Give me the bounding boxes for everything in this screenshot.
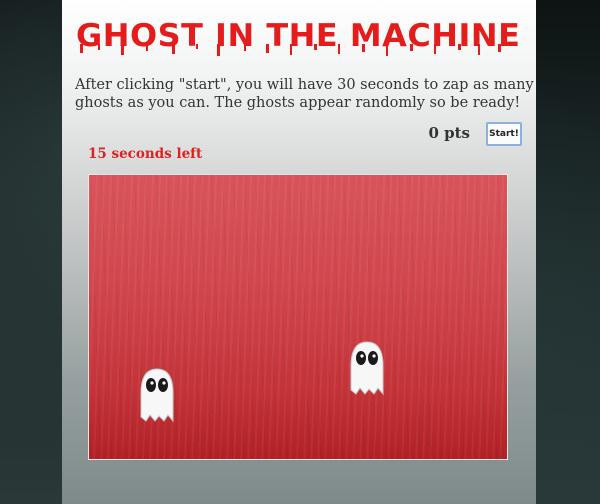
timer-display: 15 seconds left (88, 146, 203, 162)
score-display: 0 pts (428, 124, 470, 142)
ghost-icon[interactable] (347, 338, 387, 400)
game-panel: GHOST IN THE MACHINE After clicking "sta… (62, 0, 536, 504)
start-button[interactable]: Start! (486, 122, 522, 146)
instructions-text: After clicking "start", you will have 30… (75, 77, 534, 111)
blood-drip-decoration (80, 44, 501, 56)
ghost-icon[interactable] (137, 365, 177, 427)
game-field[interactable] (88, 174, 508, 460)
